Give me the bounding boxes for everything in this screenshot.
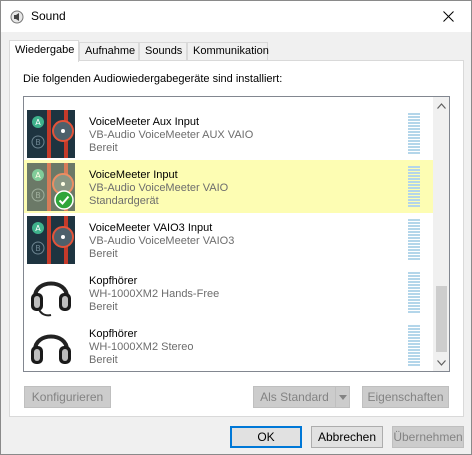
tab-aufnahme[interactable]: Aufnahme [79,42,139,61]
device-description: VB-Audio VoiceMeeter VAIO [89,182,229,194]
close-icon [442,11,454,22]
device-description: WH-1000XM2 Hands-Free [89,288,220,300]
tab-wiedergabe[interactable]: Wiedergabe [9,40,79,62]
volume-meter [408,219,420,261]
device-status: Bereit [89,142,118,154]
device-description: VB-Audio VoiceMeeter AUX VAIO [89,129,254,141]
device-name: Kopfhörer [89,275,138,287]
device-name: VoiceMeeter Aux Input [89,116,200,128]
headset-icon [27,269,75,317]
voicemeeter-icon: A B [27,216,75,264]
cancel-button[interactable]: Abbrechen [311,426,383,448]
default-check-icon [54,190,74,210]
scroll-up-button[interactable] [433,97,449,114]
list-item-voicemeeter-input[interactable]: A B VoiceMeeter Input VB-Audio VoiceMeet… [24,160,434,213]
list-item-headset-handsfree[interactable]: Kopfhörer WH-1000XM2 Hands-Free Bereit [24,266,434,319]
playback-panel: Die folgenden Audiowiedergabegeräte sind… [9,60,464,417]
apply-button[interactable]: Übernehmen [392,426,464,448]
volume-meter [408,166,420,208]
device-name: VoiceMeeter VAIO3 Input [89,222,213,234]
properties-button[interactable]: Eigenschaften [362,386,449,408]
list-item-voicemeeter-vaio3[interactable]: A B VoiceMeeter VAIO3 Input VB-Audio Voi… [24,213,434,266]
sound-dialog: Sound Wiedergabe Aufnahme Sounds Kommuni… [0,0,472,455]
device-name: VoiceMeeter Input [89,169,178,181]
tab-sounds[interactable]: Sounds [139,42,187,61]
scroll-thumb[interactable] [436,286,447,352]
device-status: Bereit [89,354,118,366]
headphones-icon [27,322,75,370]
svg-text:B: B [35,138,41,147]
list-item-voicemeeter-aux[interactable]: A B VoiceMeeter Aux Input VB-Audio Voice… [24,107,434,160]
voicemeeter-icon: A B [27,110,75,158]
chevron-down-icon [437,359,446,366]
chevron-down-icon [338,394,347,400]
svg-text:B: B [35,244,41,253]
list-item-headphones-stereo[interactable]: Kopfhörer WH-1000XM2 Stereo Bereit [24,319,434,371]
device-status: Bereit [89,301,118,313]
tab-kommunikation[interactable]: Kommunikation [187,42,269,61]
volume-meter [408,325,420,367]
device-list[interactable]: A B VoiceMeeter Aux Input VB-Audio Voice… [23,96,450,372]
ok-button[interactable]: OK [230,426,302,448]
title-bar[interactable]: Sound [1,1,471,32]
chevron-up-icon [437,102,446,109]
svg-text:A: A [35,224,41,233]
window-title: Sound [31,9,66,23]
scroll-down-button[interactable] [433,354,449,371]
device-description: VB-Audio VoiceMeeter VAIO3 [89,235,235,247]
device-status: Standardgerät [89,195,159,207]
vertical-scrollbar[interactable] [433,97,449,371]
volume-meter [408,272,420,314]
speaker-icon [10,10,24,24]
close-button[interactable] [425,1,471,32]
device-status: Bereit [89,248,118,260]
device-description: WH-1000XM2 Stereo [89,341,194,353]
configure-button[interactable]: Konfigurieren [24,386,111,408]
set-default-button[interactable]: Als Standard [253,386,336,408]
svg-text:A: A [35,118,41,127]
device-name: Kopfhörer [89,328,138,340]
set-default-dropdown-button[interactable] [335,386,350,408]
panel-heading: Die folgenden Audiowiedergabegeräte sind… [23,73,283,85]
volume-meter [408,113,420,155]
